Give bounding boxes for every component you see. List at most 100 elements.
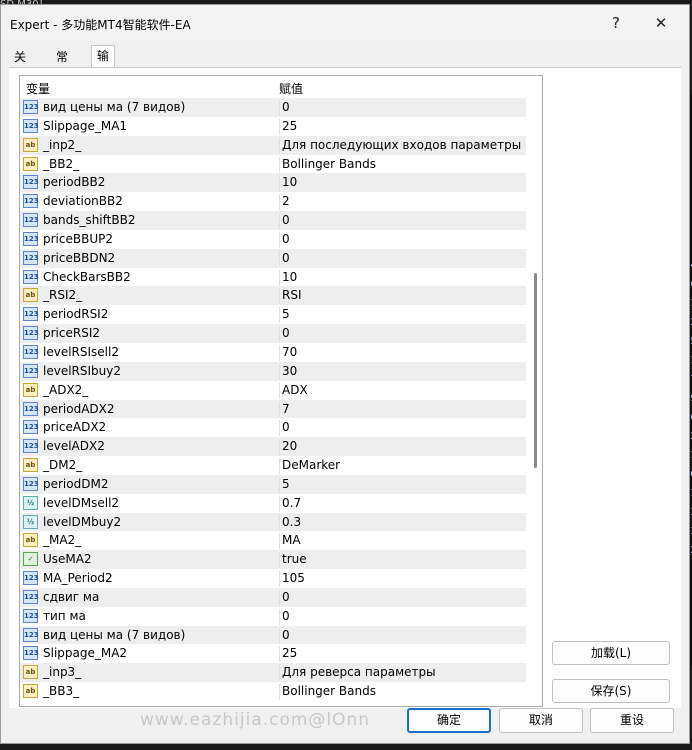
reset-button[interactable]: 重设 <box>590 708 674 733</box>
help-button[interactable]: ? <box>601 11 631 35</box>
table-row[interactable]: 123 periodRSI2 5 <box>20 305 526 324</box>
parameter-value[interactable]: Для реверса параметры <box>279 665 436 682</box>
table-row[interactable]: ab _DM2_ DeMarker <box>20 456 526 475</box>
parameter-value[interactable]: 0 <box>279 231 290 248</box>
ok-button[interactable]: 确定 <box>407 708 491 733</box>
int-type-icon: 123 <box>23 213 39 228</box>
table-row[interactable]: 123 periodDM2 5 <box>20 474 526 494</box>
load-button[interactable]: 加载(L) <box>552 641 670 665</box>
string-type-icon: ab <box>23 382 38 397</box>
parameter-value[interactable]: Для последующих входов параметры <box>279 137 521 154</box>
string-type-icon: ab <box>23 137 38 152</box>
parameter-name: вид цены ма (7 видов) <box>43 627 186 642</box>
table-row[interactable]: 123 Slippage_MA1 25 <box>20 117 526 136</box>
scrollbar-thumb[interactable] <box>534 273 537 468</box>
parameter-value[interactable]: true <box>279 552 307 569</box>
parameter-name: _BB2_ <box>43 156 80 171</box>
parameter-value[interactable]: 105 <box>279 571 305 588</box>
vertical-scrollbar[interactable] <box>530 98 542 706</box>
save-button[interactable]: 保存(S) <box>552 679 670 703</box>
parameter-value[interactable]: 0 <box>279 250 290 267</box>
table-row[interactable]: 123 deviationBB2 2 <box>20 192 526 211</box>
table-row[interactable]: 123 CheckBarsBB2 10 <box>20 268 526 287</box>
string-type-icon: ab <box>23 684 38 699</box>
double-type-icon: ½ <box>23 495 38 510</box>
list-header: 变量 赋值 <box>20 76 525 99</box>
int-type-icon: 123 <box>23 476 39 491</box>
table-row[interactable]: 123 levelRSIbuy2 30 <box>20 361 526 381</box>
table-row[interactable]: 123 periodADX2 7 <box>20 399 526 419</box>
parameter-value[interactable]: DeMarker <box>279 458 340 475</box>
parameter-value[interactable]: 0.3 <box>279 514 301 531</box>
string-type-icon: ab <box>23 533 38 548</box>
parameter-value[interactable]: MA <box>279 533 301 550</box>
table-row[interactable]: 123 levelRSIsell2 70 <box>20 343 526 362</box>
parameter-value[interactable]: 25 <box>279 646 297 663</box>
string-type-icon: ab <box>23 288 38 303</box>
parameter-name: periodDM2 <box>43 476 109 491</box>
table-row[interactable]: 123 periodBB2 10 <box>20 173 526 193</box>
table-row[interactable]: 123 MA_Period2 105 <box>20 569 526 588</box>
header-variable[interactable]: 变量 <box>26 80 50 97</box>
parameter-rows: 123 вид цены ма (7 видов) 0 123 Slippage_MA1… <box>20 98 526 701</box>
parameter-value[interactable]: 0 <box>279 420 290 437</box>
parameter-value[interactable]: 30 <box>279 363 297 380</box>
parameter-value[interactable]: 0 <box>279 608 290 625</box>
table-row[interactable]: ab _BB2_ Bollinger Bands <box>20 155 526 174</box>
table-row[interactable]: ab _ADX2_ ADX <box>20 381 526 400</box>
tab-common[interactable]: 常用 <box>51 47 73 84</box>
table-row[interactable]: ab _RSI2_ RSI <box>20 286 526 306</box>
table-row[interactable]: 123 сдвиг ма 0 <box>20 587 526 607</box>
parameter-value[interactable]: 5 <box>279 476 290 493</box>
parameter-value[interactable]: 70 <box>279 344 297 361</box>
table-row[interactable]: ab _inp2_ Для последующих входов параметры <box>20 135 526 155</box>
parameter-value[interactable]: 0.7 <box>279 495 301 512</box>
parameter-value[interactable]: 25 <box>279 118 297 135</box>
parameter-name: _RSI2_ <box>43 288 83 303</box>
parameter-value[interactable]: 0 <box>279 213 290 230</box>
table-row[interactable]: 123 bands_shiftBB2 0 <box>20 211 526 230</box>
int-type-icon: 123 <box>23 439 39 454</box>
parameter-name: priceADX2 <box>43 420 107 435</box>
table-row[interactable]: ab _MA2_ MA <box>20 531 526 550</box>
close-button[interactable]: ✕ <box>646 11 676 35</box>
table-row[interactable]: 123 priceBBUP2 0 <box>20 230 526 249</box>
parameter-value[interactable]: Bollinger Bands <box>279 684 376 701</box>
table-row[interactable]: 123 priceRSI2 0 <box>20 324 526 343</box>
table-row[interactable]: ab _BB3_ Bollinger Bands <box>20 682 526 701</box>
table-row[interactable]: 123 priceADX2 0 <box>20 418 526 437</box>
bool-type-icon: ✓ <box>23 552 38 567</box>
table-row[interactable]: 123 priceBBDN2 0 <box>20 248 526 268</box>
table-row[interactable]: ab _inp3_ Для реверса параметры <box>20 663 526 683</box>
table-row[interactable]: 123 вид цены ма (7 видов) 0 <box>20 625 526 645</box>
table-row[interactable]: 123 levelADX2 20 <box>20 437 526 457</box>
table-row[interactable]: ✓ UseMA2 true <box>20 550 526 570</box>
parameter-name: levelRSIbuy2 <box>43 363 121 378</box>
table-row[interactable]: ½ levelDMsell2 0.7 <box>20 494 526 513</box>
parameter-value[interactable]: 0 <box>279 100 290 116</box>
header-value[interactable]: 赋值 <box>279 80 303 97</box>
tab-inputs[interactable]: 输入参数 <box>91 45 116 123</box>
parameter-value[interactable]: 0 <box>279 326 290 343</box>
cancel-button[interactable]: 取消 <box>499 708 583 733</box>
tab-about[interactable]: 关于 <box>9 47 31 84</box>
parameter-value[interactable]: 2 <box>279 194 290 211</box>
table-row[interactable]: 123 вид цены ма (7 видов) 0 <box>20 98 526 117</box>
parameter-value[interactable]: 10 <box>279 269 297 286</box>
parameter-value[interactable]: 7 <box>279 401 290 418</box>
parameter-value[interactable]: 10 <box>279 175 297 192</box>
parameter-value[interactable]: ADX <box>279 382 308 399</box>
parameter-value[interactable]: RSI <box>279 288 302 305</box>
parameter-value[interactable]: 5 <box>279 307 290 324</box>
table-row[interactable]: 123 тип ма 0 <box>20 607 526 626</box>
parameter-name: сдвиг ма <box>43 589 100 604</box>
int-type-icon: 123 <box>23 363 39 378</box>
parameter-value[interactable]: 0 <box>279 627 290 644</box>
int-type-icon: 123 <box>23 118 39 133</box>
parameter-value[interactable]: Bollinger Bands <box>279 156 376 173</box>
table-row[interactable]: 123 Slippage_MA2 25 <box>20 644 526 663</box>
table-row[interactable]: ½ levelDMbuy2 0.3 <box>20 512 526 532</box>
parameter-value[interactable]: 0 <box>279 589 290 606</box>
parameter-name: levelADX2 <box>43 439 105 454</box>
parameter-value[interactable]: 20 <box>279 439 297 456</box>
